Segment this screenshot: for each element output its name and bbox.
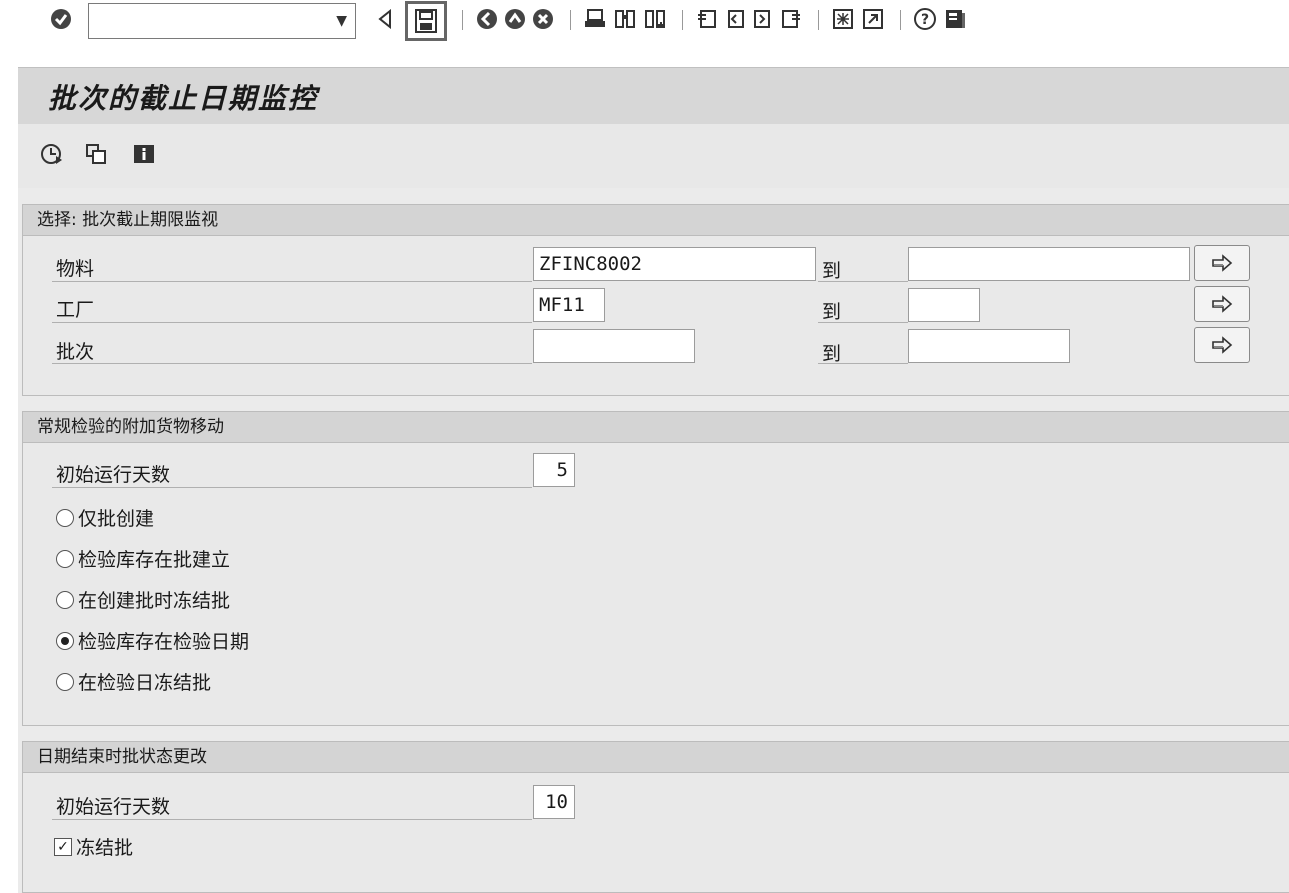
find-icon[interactable] (612, 6, 638, 32)
radio-option[interactable]: 检验库存在批建立 (56, 545, 230, 572)
batch-multiple-selection-button[interactable] (1194, 327, 1250, 363)
radio-option[interactable]: 在检验日冻结批 (56, 668, 211, 695)
status-change-group: 日期结束时批状态更改 (22, 741, 1289, 893)
radio-button[interactable] (56, 590, 74, 609)
title-bar: 批次的截止日期监控 (18, 67, 1289, 125)
radio-label: 检验库存在检验日期 (78, 631, 250, 653)
page-title: 批次的截止日期监控 (48, 82, 319, 115)
radio-option[interactable]: 仅批创建 (56, 504, 154, 531)
back-icon[interactable] (474, 6, 500, 32)
radio-option-selected[interactable]: 检验库存在检验日期 (56, 627, 249, 654)
create-session-icon[interactable] (830, 6, 856, 32)
initial-run-days-input[interactable]: 10 (533, 785, 575, 819)
batch-to-input[interactable] (908, 329, 1070, 363)
plant-to-input[interactable] (908, 288, 980, 322)
batch-from-input[interactable] (533, 329, 695, 363)
material-from-input[interactable]: ZFINC8002 (533, 247, 816, 281)
radio-label: 检验库存在批建立 (78, 549, 231, 571)
arrow-right-icon (1212, 254, 1233, 272)
material-to-input[interactable] (908, 247, 1190, 281)
first-page-icon[interactable] (694, 6, 720, 32)
save-icon (415, 9, 437, 33)
application-toolbar (18, 124, 1289, 188)
radio-option[interactable]: 在创建批时冻结批 (56, 586, 230, 613)
initial-run-days-label: 初始运行天数 (56, 464, 171, 486)
find-next-icon[interactable] (642, 6, 668, 32)
back-arrow-icon[interactable] (372, 6, 398, 32)
print-icon[interactable] (582, 6, 608, 32)
copy-icon[interactable] (82, 140, 110, 168)
group-heading: 常规检验的附加货物移动 (23, 412, 1289, 443)
radio-label: 在检验日冻结批 (78, 672, 212, 694)
shortcut-icon[interactable] (860, 6, 886, 32)
block-batch-checkbox[interactable]: ✓ (54, 837, 72, 856)
checkbox-label: 冻结批 (76, 837, 134, 859)
last-page-icon[interactable] (778, 6, 804, 32)
execute-icon[interactable] (38, 140, 66, 168)
material-to-label: 到 (822, 260, 842, 282)
batch-label: 批次 (56, 341, 95, 363)
exit-icon[interactable] (502, 6, 528, 32)
layout-menu-icon[interactable] (942, 6, 968, 32)
radio-label: 在创建批时冻结批 (78, 590, 231, 612)
radio-button[interactable] (56, 508, 74, 527)
radio-button[interactable] (56, 672, 74, 691)
enter-icon[interactable] (48, 6, 74, 32)
batch-to-label: 到 (822, 343, 842, 365)
arrow-right-icon (1212, 336, 1233, 354)
group-heading: 日期结束时批状态更改 (23, 742, 1289, 773)
system-toolbar: ▼ ? (0, 0, 1289, 50)
block-batch-checkbox-row[interactable]: ✓ 冻结批 (54, 833, 133, 860)
plant-to-label: 到 (822, 301, 842, 323)
material-label: 物料 (56, 258, 95, 280)
plant-label: 工厂 (56, 299, 95, 321)
group-heading: 选择: 批次截止期限监视 (23, 205, 1289, 236)
radio-button[interactable] (56, 549, 74, 568)
initial-run-days-label: 初始运行天数 (56, 796, 171, 818)
radio-label: 仅批创建 (78, 508, 155, 530)
selection-group: 选择: 批次截止期限监视 (22, 204, 1289, 396)
command-field[interactable]: ▼ (88, 3, 356, 39)
chevron-down-icon[interactable]: ▼ (336, 13, 347, 29)
cancel-icon[interactable] (530, 6, 556, 32)
material-multiple-selection-button[interactable] (1194, 245, 1250, 281)
save-button[interactable] (405, 1, 447, 41)
arrow-right-icon (1212, 295, 1233, 313)
radio-button-selected[interactable] (56, 631, 74, 650)
help-icon[interactable]: ? (912, 6, 938, 32)
plant-multiple-selection-button[interactable] (1194, 286, 1250, 322)
initial-run-days-input[interactable]: 5 (533, 453, 575, 487)
svg-text:?: ? (921, 12, 929, 28)
plant-from-input[interactable]: MF11 (533, 288, 605, 322)
info-icon[interactable] (130, 140, 158, 168)
previous-page-icon[interactable] (722, 6, 748, 32)
next-page-icon[interactable] (750, 6, 776, 32)
